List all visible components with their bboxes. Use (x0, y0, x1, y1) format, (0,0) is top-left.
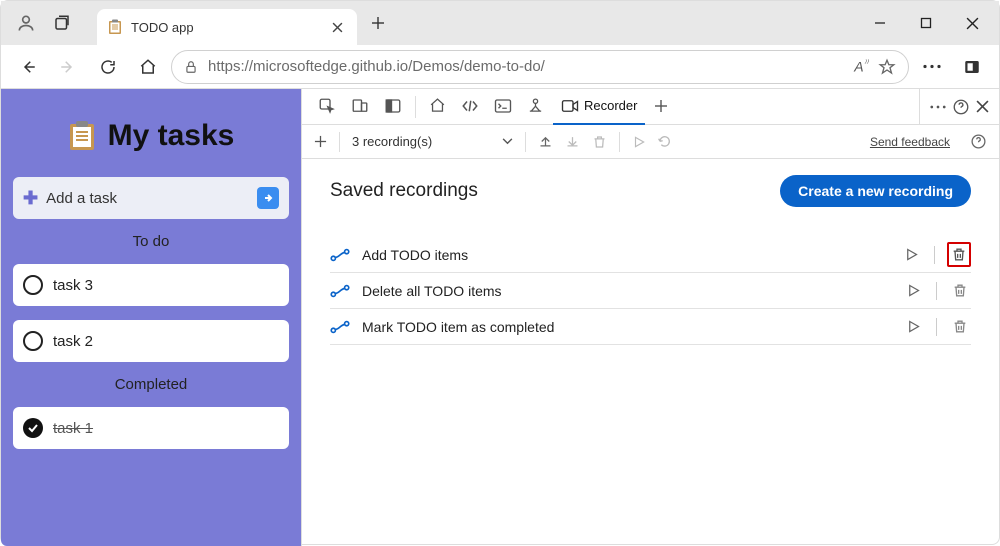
recorder-toolbar: 3 recording(s) Send feedback (302, 125, 999, 159)
task-label: task 3 (53, 277, 93, 294)
nav-back-button[interactable] (11, 50, 45, 84)
task-item[interactable]: task 2 (13, 320, 289, 362)
task-checkbox[interactable] (23, 331, 43, 351)
delete-recording-button[interactable] (949, 316, 971, 338)
tab-actions-icon[interactable] (47, 8, 77, 38)
recording-name: Mark TODO item as completed (362, 319, 890, 335)
more-tabs-button[interactable] (648, 89, 674, 125)
recording-row[interactable]: Add TODO items (330, 237, 971, 273)
play-icon[interactable] (902, 316, 924, 338)
help-icon[interactable] (952, 98, 970, 116)
browser-tab[interactable]: TODO app (97, 9, 357, 45)
clipboard-icon (68, 119, 96, 153)
section-todo-label: To do (13, 233, 289, 250)
recordings-heading: Saved recordings (330, 180, 478, 202)
tab-console[interactable] (488, 89, 518, 125)
play-icon[interactable] (900, 244, 922, 266)
devtools-panel: Recorder 3 recording(s) Send feedb (301, 89, 999, 546)
window-titlebar: TODO app (1, 1, 999, 45)
window-close-button[interactable] (949, 1, 995, 45)
nav-home-button[interactable] (131, 50, 165, 84)
delete-recording-button[interactable] (949, 280, 971, 302)
recording-name: Delete all TODO items (362, 283, 890, 299)
window-maximize-button[interactable] (903, 1, 949, 45)
favorite-icon[interactable] (878, 58, 896, 76)
task-label: task 1 (53, 420, 93, 437)
nav-refresh-button[interactable] (91, 50, 125, 84)
nav-forward-button (51, 50, 85, 84)
tab-welcome[interactable] (423, 89, 452, 125)
plus-icon: ✚ (23, 188, 38, 209)
export-icon[interactable] (538, 134, 553, 149)
devtools-more-icon[interactable] (930, 105, 946, 109)
recording-name: Add TODO items (362, 247, 888, 263)
submit-task-button[interactable] (257, 187, 279, 209)
flow-icon (330, 320, 350, 334)
tab-recorder-label: Recorder (584, 98, 637, 113)
play-icon[interactable] (902, 280, 924, 302)
add-task-input[interactable]: ✚ Add a task (13, 177, 289, 219)
add-task-label: Add a task (46, 190, 249, 207)
settings-menu-button[interactable] (915, 50, 949, 84)
flow-icon (330, 248, 350, 262)
devtools-tabstrip: Recorder (302, 89, 999, 125)
read-aloud-icon[interactable]: A⁾⁾ (854, 58, 868, 75)
create-recording-button[interactable]: Create a new recording (780, 175, 971, 207)
replay-icon (658, 135, 674, 149)
help-icon[interactable] (970, 133, 987, 150)
new-tab-button[interactable] (363, 8, 393, 38)
flow-icon (330, 284, 350, 298)
app-header: My tasks (13, 119, 289, 153)
tab-sources[interactable] (521, 89, 550, 125)
clipboard-icon (107, 19, 123, 35)
send-feedback-link[interactable]: Send feedback (870, 135, 950, 149)
inspect-icon[interactable] (312, 89, 342, 125)
app-title: My tasks (108, 119, 235, 153)
chevron-down-icon[interactable] (502, 138, 513, 145)
tab-close-button[interactable] (327, 17, 347, 37)
devtools-close-button[interactable] (976, 100, 989, 113)
recording-row[interactable]: Delete all TODO items (330, 273, 971, 309)
todo-app-panel: My tasks ✚ Add a task To do task 3 task … (1, 89, 301, 546)
device-icon[interactable] (345, 89, 375, 125)
recording-count[interactable]: 3 recording(s) (352, 134, 432, 149)
recording-row[interactable]: Mark TODO item as completed (330, 309, 971, 345)
delete-recording-button[interactable] (947, 242, 971, 267)
lock-icon (184, 59, 198, 75)
tab-title: TODO app (131, 20, 319, 35)
trash-icon (592, 134, 607, 150)
task-checkbox-checked[interactable] (23, 418, 43, 438)
url-text: https://microsoftedge.github.io/Demos/de… (208, 58, 844, 75)
sidebar-toggle-icon[interactable] (955, 50, 989, 84)
add-recording-button[interactable] (314, 135, 327, 148)
tab-elements[interactable] (455, 89, 485, 125)
window-minimize-button[interactable] (857, 1, 903, 45)
section-completed-label: Completed (13, 376, 289, 393)
import-icon (565, 134, 580, 149)
task-checkbox[interactable] (23, 275, 43, 295)
url-input[interactable]: https://microsoftedge.github.io/Demos/de… (171, 50, 909, 84)
tab-recorder[interactable]: Recorder (553, 89, 645, 125)
task-item[interactable]: task 3 (13, 264, 289, 306)
play-icon (632, 135, 646, 149)
dock-icon[interactable] (378, 89, 408, 125)
address-bar: https://microsoftedge.github.io/Demos/de… (1, 45, 999, 89)
profile-icon[interactable] (11, 8, 41, 38)
task-item-completed[interactable]: task 1 (13, 407, 289, 449)
task-label: task 2 (53, 333, 93, 350)
